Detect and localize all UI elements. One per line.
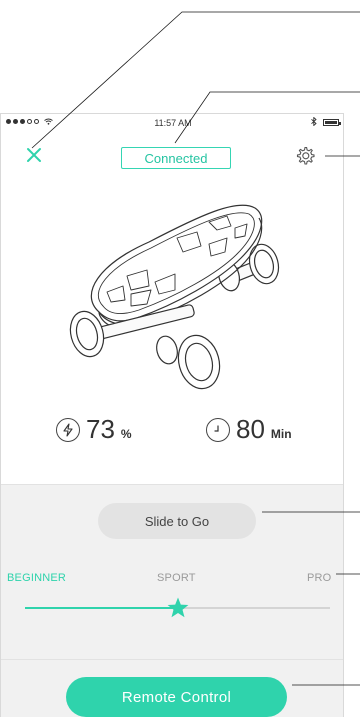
star-icon [167, 597, 188, 618]
panel-divider [1, 659, 343, 660]
phone-screen: 11:57 AM Connected 73 % 80 Min Slide to … [0, 113, 344, 717]
mode-pro[interactable]: PRO [307, 572, 331, 584]
lightning-icon [56, 417, 80, 442]
close-button[interactable] [23, 144, 45, 166]
slide-to-go-button[interactable]: Slide to Go [98, 503, 256, 539]
battery-level-stat: 73 % [56, 414, 132, 445]
remaining-time-stat: 80 Min [206, 414, 292, 445]
battery-value: 73 [86, 414, 115, 444]
slider-fill [25, 607, 178, 609]
control-panel: Slide to Go BEGINNER SPORT PRO Remote Co… [1, 484, 343, 717]
status-time: 11:57 AM [154, 118, 192, 128]
gear-icon [296, 146, 315, 165]
mode-selector-labels: BEGINNER SPORT PRO [1, 572, 343, 586]
skateboard-illustration [69, 204, 280, 390]
close-icon [27, 148, 41, 162]
mode-beginner[interactable]: BEGINNER [7, 572, 66, 584]
bluetooth-icon [311, 116, 317, 128]
connection-status-badge: Connected [121, 147, 231, 169]
time-unit: Min [270, 426, 292, 441]
status-bar: 11:57 AM [1, 114, 343, 132]
mode-sport[interactable]: SPORT [157, 572, 196, 584]
speed-mode-slider[interactable] [25, 597, 330, 618]
remote-control-button[interactable]: Remote Control [66, 677, 287, 717]
battery-unit: % [120, 426, 132, 441]
time-value: 80 [236, 414, 265, 444]
settings-button[interactable] [294, 145, 316, 167]
battery-icon [323, 119, 341, 126]
slider-thumb[interactable] [166, 596, 190, 620]
clock-icon [206, 417, 230, 442]
